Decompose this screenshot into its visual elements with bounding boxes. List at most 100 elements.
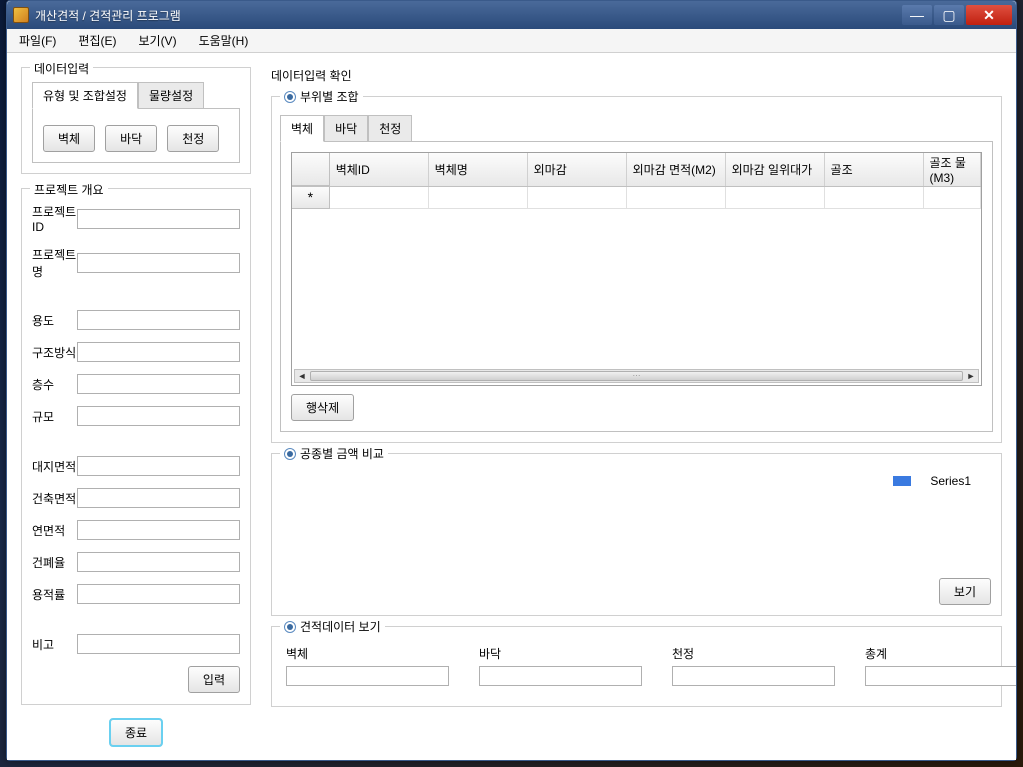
label-proj-name: 프로젝트명: [32, 246, 77, 280]
col-ext-fin[interactable]: 외마감: [528, 153, 627, 186]
cell[interactable]: [924, 187, 981, 209]
minimize-button[interactable]: —: [902, 5, 932, 25]
input-proj-id[interactable]: [77, 209, 240, 229]
view-button[interactable]: 보기: [939, 578, 991, 605]
parts-tab-floor[interactable]: 바닥: [324, 115, 368, 142]
radio-icon: [284, 91, 296, 103]
grid-new-row[interactable]: *: [292, 187, 981, 209]
left-pane: 데이터입력 유형 및 조합설정 물량설정 벽체 바닥 천정 프로젝트 개요 프로…: [21, 67, 251, 746]
display-wall[interactable]: [286, 666, 449, 686]
project-overview-group: 프로젝트 개요 프로젝트ID 프로젝트명 용도 구조방식 층수 규모 대지면적 …: [21, 188, 251, 705]
menu-edit[interactable]: 편집(E): [74, 30, 120, 51]
col-frame-vol[interactable]: 골조 물(M3): [924, 153, 981, 186]
input-bcr[interactable]: [77, 552, 240, 572]
label-far: 용적률: [32, 586, 77, 603]
label-bcr: 건폐율: [32, 554, 77, 571]
legend-text: Series1: [930, 474, 971, 488]
menu-file[interactable]: 파일(F): [15, 30, 60, 51]
estimate-view-label: 견적데이터 보기: [300, 618, 381, 635]
horizontal-scrollbar[interactable]: ◄ ··· ►: [294, 369, 979, 383]
compare-group-legend[interactable]: 공종별 금액 비교: [280, 445, 388, 462]
input-floors[interactable]: [77, 374, 240, 394]
input-structure[interactable]: [77, 342, 240, 362]
col-wall-id[interactable]: 벽체ID: [330, 153, 429, 186]
maximize-button[interactable]: ▢: [934, 5, 964, 25]
right-pane: 데이터입력 확인 부위별 조합 벽체 바닥 천정: [271, 67, 1002, 746]
input-scale[interactable]: [77, 406, 240, 426]
label-site-area: 대지면적: [32, 458, 77, 475]
label-note: 비고: [32, 636, 77, 653]
data-grid[interactable]: 벽체ID 벽체명 외마감 외마감 면적(M2) 외마감 일위대가 골조 골조 물…: [291, 152, 982, 386]
label-proj-id: 프로젝트ID: [32, 203, 77, 234]
cell[interactable]: [330, 187, 429, 209]
cell[interactable]: [627, 187, 726, 209]
display-ceiling[interactable]: [672, 666, 835, 686]
col-ext-unit[interactable]: 외마감 일위대가: [726, 153, 825, 186]
menu-view[interactable]: 보기(V): [134, 30, 180, 51]
parts-tabstrip: 벽체 바닥 천정: [280, 115, 993, 142]
estimate-view-legend[interactable]: 견적데이터 보기: [280, 618, 385, 635]
input-button[interactable]: 입력: [188, 666, 240, 693]
parts-tab-ceiling[interactable]: 천정: [368, 115, 412, 142]
delete-row-button[interactable]: 행삭제: [291, 394, 354, 421]
settings-tabstrip: 유형 및 조합설정 물량설정: [32, 82, 240, 109]
label-total-area: 연면적: [32, 522, 77, 539]
input-build-area[interactable]: [77, 488, 240, 508]
app-window: 개산견적 / 견적관리 프로그램 — ▢ ✕ 파일(F) 편집(E) 보기(V)…: [6, 0, 1017, 761]
legend-swatch: [893, 476, 911, 486]
chart-area: Series1: [282, 468, 991, 578]
cell[interactable]: [528, 187, 627, 209]
col-ext-area[interactable]: 외마감 면적(M2): [627, 153, 726, 186]
display-floor[interactable]: [479, 666, 642, 686]
compare-group: 공종별 금액 비교 Series1 보기: [271, 453, 1002, 616]
project-overview-legend: 프로젝트 개요: [30, 181, 108, 198]
wall-button[interactable]: 벽체: [43, 125, 95, 152]
scroll-thumb[interactable]: ···: [310, 371, 963, 381]
parts-group: 부위별 조합 벽체 바닥 천정 벽체ID 벽체명 외마감: [271, 96, 1002, 443]
input-total-area[interactable]: [77, 520, 240, 540]
input-site-area[interactable]: [77, 456, 240, 476]
compare-group-label: 공종별 금액 비교: [300, 445, 384, 462]
cell[interactable]: [429, 187, 528, 209]
input-far[interactable]: [77, 584, 240, 604]
data-input-group: 데이터입력 유형 및 조합설정 물량설정 벽체 바닥 천정: [21, 67, 251, 174]
parts-tab-wall[interactable]: 벽체: [280, 115, 324, 142]
close-button[interactable]: ✕: [966, 5, 1012, 25]
col-wall-name[interactable]: 벽체명: [429, 153, 528, 186]
app-icon: [13, 7, 29, 23]
tab-qty-setting[interactable]: 물량설정: [138, 82, 204, 109]
input-proj-name[interactable]: [77, 253, 240, 273]
input-usage[interactable]: [77, 310, 240, 330]
label-floor: 바닥: [479, 645, 642, 662]
input-note[interactable]: [77, 634, 240, 654]
col-frame[interactable]: 골조: [825, 153, 924, 186]
radio-icon: [284, 621, 296, 633]
grid-row-marker: *: [292, 187, 330, 209]
grid-corner: [292, 153, 330, 186]
content-area: 데이터입력 유형 및 조합설정 물량설정 벽체 바닥 천정 프로젝트 개요 프로…: [7, 53, 1016, 760]
estimate-view-group: 견적데이터 보기 벽체 바닥 천정: [271, 626, 1002, 707]
titlebar[interactable]: 개산견적 / 견적관리 프로그램 — ▢ ✕: [7, 1, 1016, 29]
scroll-left-icon[interactable]: ◄: [295, 370, 309, 382]
tab-type-setting[interactable]: 유형 및 조합설정: [32, 82, 138, 109]
ceiling-button[interactable]: 천정: [167, 125, 219, 152]
menubar: 파일(F) 편집(E) 보기(V) 도움말(H): [7, 29, 1016, 53]
label-floors: 층수: [32, 376, 77, 393]
label-total: 총계: [865, 645, 1016, 662]
cell[interactable]: [825, 187, 924, 209]
label-scale: 규모: [32, 408, 77, 425]
label-usage: 용도: [32, 312, 77, 329]
settings-tabpanel: 벽체 바닥 천정: [32, 108, 240, 163]
floor-button[interactable]: 바닥: [105, 125, 157, 152]
scroll-right-icon[interactable]: ►: [964, 370, 978, 382]
cell[interactable]: [726, 187, 825, 209]
parts-tabpanel: 벽체ID 벽체명 외마감 외마감 면적(M2) 외마감 일위대가 골조 골조 물…: [280, 141, 993, 432]
label-wall: 벽체: [286, 645, 449, 662]
label-structure: 구조방식: [32, 344, 77, 361]
exit-button[interactable]: 종료: [110, 719, 162, 746]
menu-help[interactable]: 도움말(H): [195, 30, 253, 51]
confirm-title: 데이터입력 확인: [271, 67, 1002, 84]
display-total[interactable]: [865, 666, 1016, 686]
parts-group-legend[interactable]: 부위별 조합: [280, 88, 363, 105]
window-title: 개산견적 / 견적관리 프로그램: [35, 7, 181, 24]
